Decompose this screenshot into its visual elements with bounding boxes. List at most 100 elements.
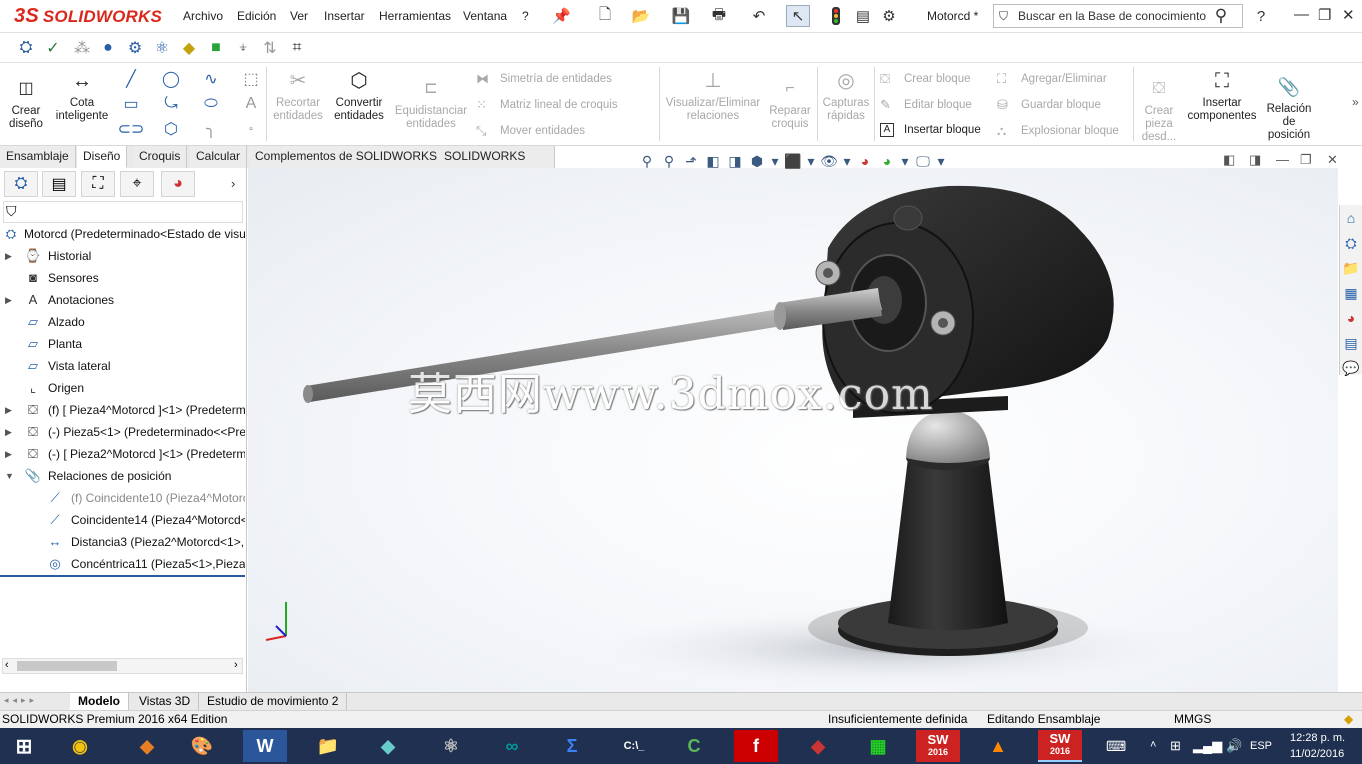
tree-item-vista-lateral[interactable]: ▱ Vista lateral xyxy=(0,355,245,377)
fritzing-icon[interactable]: ▦ xyxy=(856,730,900,762)
visualizar-relaciones-button[interactable]: ⊥ Visualizar/Eliminar relaciones xyxy=(664,69,762,123)
rectangle-icon[interactable]: ▭ xyxy=(120,93,142,115)
volume-icon[interactable]: 🔊 xyxy=(1226,738,1242,754)
file-properties-icon[interactable]: ▤ xyxy=(852,5,874,27)
align-icon[interactable]: ⇅ xyxy=(259,37,281,59)
scroll-left-icon[interactable]: ‹ xyxy=(5,659,9,671)
forum-icon[interactable]: 💬 xyxy=(1341,357,1361,379)
network-icon[interactable]: ⊞ xyxy=(1170,738,1181,754)
viewport-split-right-icon[interactable]: ◨ xyxy=(1249,152,1261,168)
tree-item-concentrica11[interactable]: ◎Concéntrica11 (Pieza5<1>,Pieza2^M xyxy=(0,553,245,575)
bolt-icon[interactable]: ⍖ xyxy=(232,37,254,59)
tab-complementos[interactable]: Complementos de SOLIDWORKS xyxy=(249,146,445,168)
drawing-icon[interactable]: ⌗ xyxy=(286,37,308,59)
search-scope-icon[interactable]: ⛉ xyxy=(999,5,1008,27)
editar-bloque-button[interactable]: ✎ Editar bloque xyxy=(880,97,972,113)
configuration-tab-icon[interactable]: ⛶ xyxy=(81,171,115,197)
mover-button[interactable]: ⤡ Mover entidades xyxy=(476,123,585,139)
menu-help[interactable]: ? xyxy=(522,9,529,23)
graphics-area[interactable]: 莫西网www.3dmox.com xyxy=(248,168,1338,692)
agregar-eliminar-button[interactable]: ⛶ Agregar/Eliminar xyxy=(997,71,1107,87)
equidistanciar-button[interactable]: ⊏ Equidistanciar entidades xyxy=(392,77,470,131)
tab-mbd[interactable]: SOLIDWORKS MBD xyxy=(438,146,555,184)
motor-model[interactable] xyxy=(248,168,1338,692)
point-icon[interactable]: ⬚ xyxy=(240,68,262,90)
arc-icon[interactable]: ⤿ xyxy=(160,93,182,115)
triad-axes[interactable] xyxy=(258,596,298,642)
cube-icon[interactable]: ◆ xyxy=(178,37,200,59)
help-icon[interactable]: ? xyxy=(1252,5,1270,27)
app-cube-icon[interactable]: ◆ xyxy=(796,730,840,762)
tab-vistas-3d[interactable]: Vistas 3D xyxy=(131,693,200,710)
tab-ensamblaje[interactable]: Ensamblaje xyxy=(0,146,76,168)
spline-icon[interactable]: ∿ xyxy=(200,68,222,90)
convertir-button[interactable]: ⬡ Convertir entidades xyxy=(330,69,388,123)
dynamic-annotation-icon[interactable]: ◨ xyxy=(724,150,746,172)
capturas-rapidas-button[interactable]: ◎ Capturas rápidas xyxy=(820,69,872,123)
viewport-minimize-icon[interactable]: — xyxy=(1276,152,1289,167)
solidworks-logo[interactable]: 3S SOLIDWORKS xyxy=(14,5,162,28)
crear-diseno-button[interactable]: ◫ Crear diseño xyxy=(4,77,48,131)
horizontal-scrollbar[interactable]: ‹ › xyxy=(2,658,243,674)
simetria-button[interactable]: ⧓ Simetría de entidades xyxy=(476,71,612,87)
paint-icon[interactable]: 🎨 xyxy=(180,730,224,762)
traffic-light-icon[interactable] xyxy=(826,5,846,27)
cam-icon[interactable]: ⚙ xyxy=(124,37,146,59)
tree-item-anotaciones[interactable]: ▶ A Anotaciones xyxy=(0,289,245,311)
matriz-button[interactable]: ⁙ Matriz lineal de croquis xyxy=(476,97,618,113)
resources-icon[interactable]: ⛭ xyxy=(1341,232,1361,254)
text-icon[interactable]: A xyxy=(240,93,262,115)
more-commands-icon[interactable]: » xyxy=(1352,95,1359,109)
propertymanager-tab-icon[interactable]: ▤ xyxy=(42,171,76,197)
check-icon[interactable]: ✓ xyxy=(42,37,64,59)
globe-icon[interactable]: ● xyxy=(97,37,119,59)
pin-icon[interactable]: 📌 xyxy=(552,5,571,27)
tab-scroll-arrows-icon[interactable]: ◂◂▸▸ xyxy=(4,695,38,706)
word-icon[interactable]: W xyxy=(243,730,287,762)
tab-modelo[interactable]: Modelo xyxy=(70,693,129,710)
ellipse-icon[interactable]: ⬭ xyxy=(200,93,222,115)
solidworks-taskbar-icon[interactable]: SW 2016 xyxy=(916,730,960,762)
tree-item-coincidente10[interactable]: ⟋(f) Coincidente10 (Pieza4^Motorcd<1> xyxy=(0,487,245,509)
tree-item-origen[interactable]: ⌞ Origen xyxy=(0,377,245,399)
polygon-icon[interactable]: ⬡ xyxy=(160,118,182,140)
plane-icon[interactable]: ▫ xyxy=(240,118,262,140)
app-atom-icon[interactable]: ⚛ xyxy=(429,730,473,762)
insertar-componentes-button[interactable]: ⛶ Insertar componentes xyxy=(1184,69,1260,123)
links-icon[interactable]: ⚛ xyxy=(151,37,173,59)
tree-item-coincidente14[interactable]: ⟋Coincidente14 (Pieza4^Motorcd<1>,Pi xyxy=(0,509,245,531)
slot-icon[interactable]: ⊂⊃ xyxy=(118,118,145,140)
dropdown-icon[interactable]: ▾ xyxy=(898,150,912,172)
viewport-split-left-icon[interactable]: ◧ xyxy=(1223,152,1235,168)
menu-herramientas[interactable]: Herramientas xyxy=(379,9,451,23)
save-icon[interactable]: 💾 xyxy=(668,5,694,27)
tree-item-sensores[interactable]: ◙ Sensores xyxy=(0,267,245,289)
tab-calcular[interactable]: Calcular xyxy=(190,146,248,168)
tray-chevron-icon[interactable]: ˄ xyxy=(1150,739,1156,751)
units-selector[interactable]: MMGS xyxy=(1174,711,1211,728)
print-icon[interactable]: 🖶 xyxy=(706,5,732,27)
crear-pieza-button[interactable]: ⛋ Crear pieza desd... xyxy=(1136,77,1182,144)
tab-estudio-movimiento[interactable]: Estudio de movimiento 2 xyxy=(199,693,348,710)
zoom-area-icon[interactable]: ⚲ xyxy=(658,150,680,172)
edit-appearance-icon[interactable]: ◕ xyxy=(854,150,876,172)
app-green-icon[interactable]: C xyxy=(672,730,716,762)
tree-item-historial[interactable]: ▶ ⌚ Historial xyxy=(0,245,245,267)
home-icon[interactable]: ⌂ xyxy=(1341,207,1361,229)
tree-item-pieza4[interactable]: ▶⛋(f) [ Pieza4^Motorcd ]<1> (Predetermin… xyxy=(0,399,245,421)
minimize-icon[interactable]: — xyxy=(1294,6,1309,23)
scroll-thumb[interactable] xyxy=(17,661,117,671)
dimxpert-tab-icon[interactable]: ⌖ xyxy=(120,171,154,197)
open-folder-icon[interactable]: 📂 xyxy=(628,5,654,27)
rebuild-indicator-icon[interactable]: ◆ xyxy=(1344,711,1353,728)
restore-icon[interactable]: ❐ xyxy=(1318,6,1331,24)
insertar-bloque-button[interactable]: A Insertar bloque xyxy=(880,123,981,137)
viewport-close-icon[interactable]: ✕ xyxy=(1327,152,1338,168)
app-blue-icon[interactable]: ◆ xyxy=(366,730,410,762)
custom-properties-icon[interactable]: ▤ xyxy=(1341,332,1361,354)
tree-item-relaciones[interactable]: ▼ 📎 Relaciones de posición xyxy=(0,465,245,487)
windows-start-icon[interactable]: ⊞ xyxy=(2,730,46,762)
crear-bloque-button[interactable]: ⛋ Crear bloque xyxy=(880,71,970,87)
recortar-button[interactable]: ✂ Recortar entidades xyxy=(270,69,326,123)
reparar-croquis-button[interactable]: ⌐ Reparar croquis xyxy=(766,77,814,131)
